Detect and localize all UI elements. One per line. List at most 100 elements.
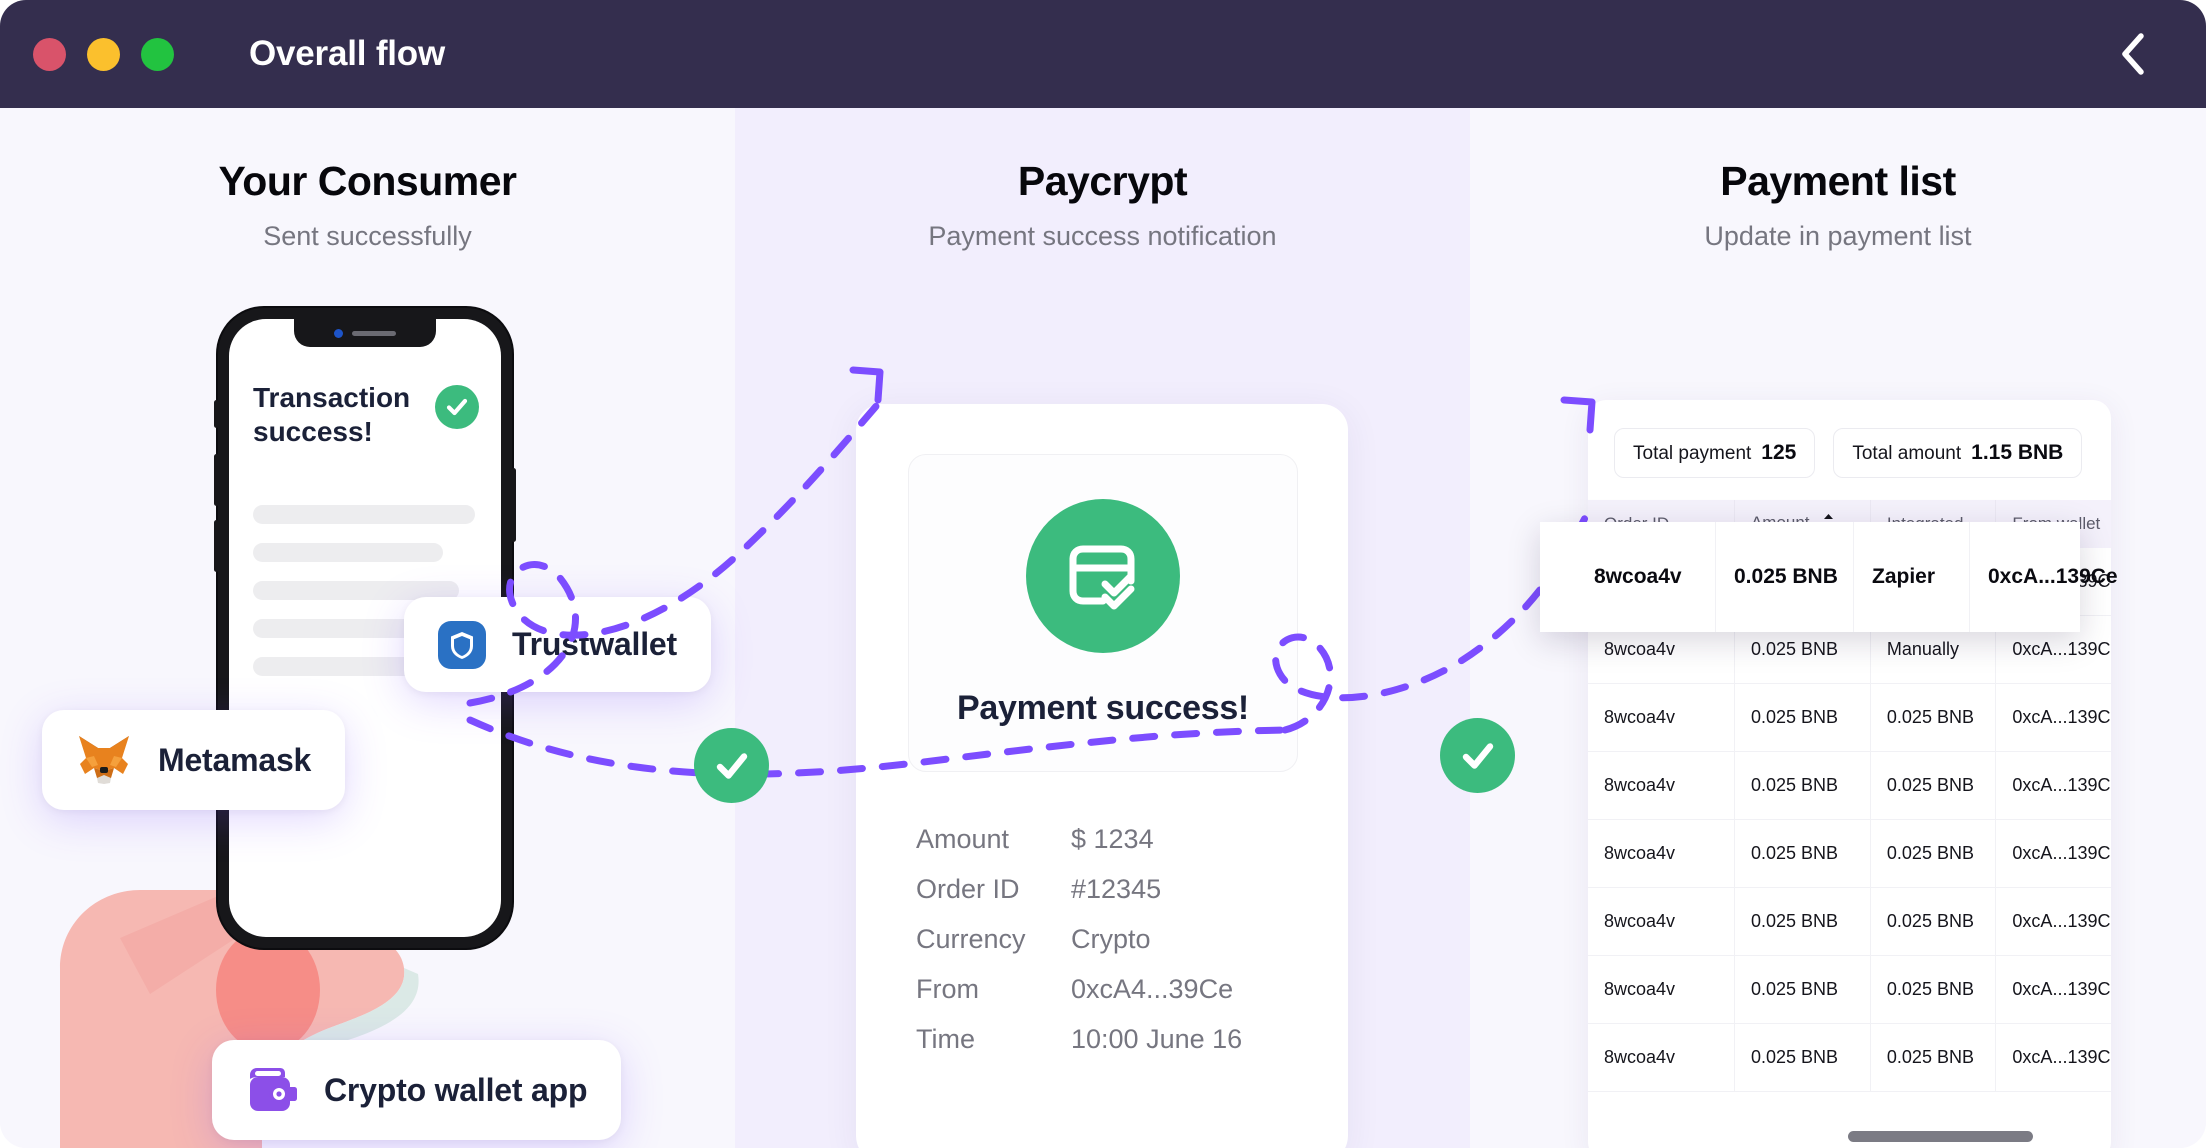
total-amount-pill: Total amount 1.15 BNB <box>1833 428 2083 478</box>
check-circle-icon <box>1440 718 1515 793</box>
chip-label: Trustwallet <box>512 626 677 662</box>
payment-success-panel: Payment success! <box>908 454 1298 772</box>
detail-value: 10:00 June 16 <box>1071 1024 1243 1054</box>
table-row[interactable]: 8wcoa4v 0.025 BNB 0.025 BNB 0xcA...139Ce <box>1588 887 2111 956</box>
detail-row: Currency Crypto <box>916 924 1296 955</box>
paycrypt-notification-card: Payment success! Amount $ 1234 Order ID … <box>856 404 1348 1148</box>
flow-stage: Your Consumer Sent successfully Paycrypt… <box>0 108 2206 1148</box>
detail-value: $ 1234 <box>1071 824 1154 854</box>
wallet-icon <box>246 1067 298 1113</box>
payment-list-heading: Payment list Update in payment list <box>1470 108 2206 252</box>
cell-integrated: 0.025 BNB <box>1870 1023 1997 1092</box>
cell-integrated: Zapier <box>1854 522 1970 632</box>
consumer-heading: Your Consumer Sent successfully <box>0 108 735 252</box>
column-subtitle: Sent successfully <box>263 221 472 251</box>
cell-amount: 0.025 BNB <box>1734 819 1871 888</box>
cell-from-wallet: 0xcA...139Ce <box>1995 751 2111 820</box>
skeleton-line <box>253 543 443 562</box>
total-label: Total payment <box>1633 443 1752 464</box>
chip-crypto-wallet-app[interactable]: Crypto wallet app <box>212 1040 622 1140</box>
payment-detail-rows: Amount $ 1234 Order ID #12345 Currency C… <box>916 824 1296 1074</box>
cell-amount: 0.025 BNB <box>1734 955 1871 1024</box>
card-check-icon <box>1026 498 1180 653</box>
cell-integrated: 0.025 BNB <box>1870 683 1997 752</box>
phone-volume-down-button[interactable] <box>214 520 219 572</box>
cell-from-wallet: 0xcA...139Ce <box>1995 955 2111 1024</box>
chip-metamask[interactable]: Metamask <box>42 710 346 810</box>
detail-key: Amount <box>916 824 1010 854</box>
window-title: Overall flow <box>249 34 445 73</box>
highlighted-payment-row[interactable]: 8wcoa4v 0.025 BNB Zapier 0xcA...139Ce <box>1540 522 2118 632</box>
column-title: Payment list <box>1720 158 1956 204</box>
speaker-grille <box>352 330 396 336</box>
table-row[interactable]: 8wcoa4v 0.025 BNB 0.025 BNB 0xcA...139Ce <box>1588 683 2111 752</box>
column-title: Paycrypt <box>1017 158 1188 204</box>
chip-label: Metamask <box>158 741 312 778</box>
cell-from-wallet: 0xcA...139Ce <box>1995 1023 2111 1092</box>
cell-from-wallet: 0xcA...139Ce <box>1988 565 2118 588</box>
cell-from-wallet: 0xcA...139Ce <box>1995 887 2111 956</box>
payment-success-text: Payment success! <box>957 688 1249 727</box>
detail-key: From <box>916 974 979 1004</box>
table-row[interactable]: 8wcoa4v 0.025 BNB 0.025 BNB 0xcA...139Ce <box>1588 819 2111 888</box>
detail-key: Currency <box>916 924 1026 954</box>
skeleton-line <box>253 619 423 638</box>
phone-notch <box>294 319 436 347</box>
cell-integrated: 0.025 BNB <box>1870 819 1997 888</box>
cell-from-wallet: 0xcA...139Ce <box>1995 819 2111 888</box>
cell-amount: 0.025 BNB <box>1734 683 1871 752</box>
cell-integrated: 0.025 BNB <box>1870 887 1997 956</box>
cell-order-id: 8wcoa4v <box>1588 819 1735 888</box>
row-gutter <box>1540 522 1576 632</box>
cell-amount: 0.025 BNB <box>1734 751 1871 820</box>
chevron-left-icon[interactable] <box>2110 32 2154 76</box>
close-button[interactable] <box>33 37 66 71</box>
detail-row: Amount $ 1234 <box>916 824 1296 855</box>
table-row[interactable]: 8wcoa4v 0.025 BNB 0.025 BNB 0xcA...139Ce <box>1588 1023 2111 1092</box>
cell-order-id: 8wcoa4v <box>1588 683 1735 752</box>
paycrypt-heading: Paycrypt Payment success notification <box>735 108 1470 252</box>
cell-amount: 0.025 BNB <box>1716 522 1854 632</box>
phone-volume-up-button[interactable] <box>214 454 219 506</box>
maximize-button[interactable] <box>141 37 174 71</box>
camera-icon <box>334 328 343 338</box>
detail-key: Order ID <box>916 874 1020 904</box>
detail-value: #12345 <box>1071 874 1162 904</box>
cell-order-id: 8wcoa4v <box>1588 887 1735 956</box>
detail-row: Time 10:00 June 16 <box>916 1024 1296 1055</box>
app-window: Overall flow Your Consumer Sent successf… <box>0 0 2206 1148</box>
detail-row: From 0xcA4...39Ce <box>916 974 1296 1005</box>
column-subtitle: Update in payment list <box>1704 221 1972 251</box>
total-label: Total amount <box>1852 443 1962 464</box>
cell-order-id: 8wcoa4v <box>1588 1023 1735 1092</box>
window-controls <box>33 37 174 71</box>
cell-integrated: 0.025 BNB <box>1870 751 1997 820</box>
cell-amount: 0.025 BNB <box>1734 887 1871 956</box>
skeleton-line <box>253 505 475 524</box>
total-value: 125 <box>1761 441 1797 464</box>
check-circle-icon <box>435 385 479 429</box>
cell-order-id: 8wcoa4v <box>1576 522 1716 632</box>
phone-power-button[interactable] <box>511 468 516 542</box>
title-bar: Overall flow <box>0 0 2206 108</box>
chip-label: Crypto wallet app <box>324 1071 588 1108</box>
total-payment-pill: Total payment 125 <box>1614 428 1816 478</box>
fox-icon <box>76 734 132 786</box>
table-row[interactable]: 8wcoa4v 0.025 BNB 0.025 BNB 0xcA...139Ce <box>1588 955 2111 1024</box>
cell-order-id: 8wcoa4v <box>1588 751 1735 820</box>
horizontal-scrollbar[interactable] <box>1848 1131 2033 1142</box>
column-title: Your Consumer <box>218 158 518 204</box>
cell-integrated: 0.025 BNB <box>1870 955 1997 1024</box>
detail-row: Order ID #12345 <box>916 874 1296 905</box>
cell-order-id: 8wcoa4v <box>1588 955 1735 1024</box>
check-circle-icon <box>694 728 769 803</box>
minimize-button[interactable] <box>87 37 120 71</box>
chip-trustwallet[interactable]: Trustwallet <box>404 597 711 692</box>
payment-list-card: Total payment 125 Total amount 1.15 BNB … <box>1588 400 2111 1148</box>
column-subtitle: Payment success notification <box>928 221 1277 251</box>
phone-mute-button[interactable] <box>214 400 219 428</box>
detail-key: Time <box>916 1024 975 1054</box>
cell-from-wallet: 0xcA...139Ce <box>1995 683 2111 752</box>
detail-value: 0xcA4...39Ce <box>1071 974 1234 1004</box>
table-row[interactable]: 8wcoa4v 0.025 BNB 0.025 BNB 0xcA...139Ce <box>1588 751 2111 820</box>
